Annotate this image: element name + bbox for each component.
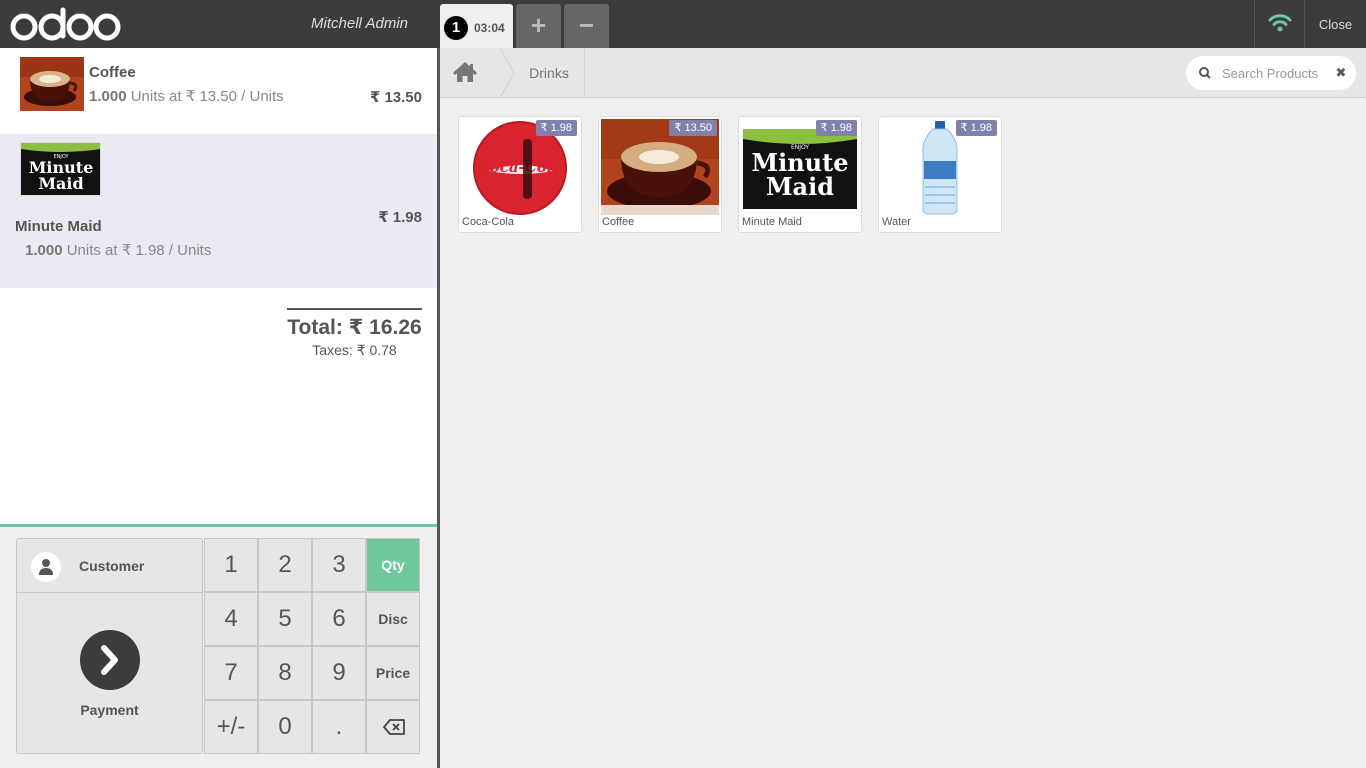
home-icon [452,62,478,82]
orderline-qty: 1.000 [89,88,127,105]
order-time: 03:04 [474,21,505,35]
numpad-key-3[interactable]: 3 [312,538,366,592]
price-tag: ₹ 1.98 [535,120,577,136]
product-name: Minute Maid [742,216,802,228]
numpad-key-2[interactable]: 2 [258,538,312,592]
orderline-unit-text: Units at ₹ 13.50 / Units [130,88,284,105]
orderline-price: ₹ 1.98 [378,209,422,226]
chevron-right-icon [80,630,140,690]
payment-button[interactable]: Payment [17,594,202,754]
odoo-logo [10,7,121,41]
mode-disc-button[interactable]: Disc [366,592,420,646]
coffee-thumbnail [20,57,84,111]
minute-maid-thumbnail: ENJOY Minute Maid [20,142,101,196]
price-tag: ₹ 1.98 [955,120,997,136]
mode-price-button[interactable]: Price [366,646,420,700]
price-tag: ₹ 13.50 [669,120,717,136]
breadcrumb-divider [584,48,585,98]
numpad-key-0[interactable]: 0 [258,700,312,754]
orderline-coffee[interactable]: Coffee 1.000 Units at ₹ 13.50 / Units ₹ … [0,48,437,134]
breadcrumb-drinks[interactable]: Drinks [514,48,584,98]
product-name: Water [882,216,911,228]
product-name: Coffee [602,216,635,228]
product-screen: Drinks ✖ Coca-Cola ₹ 1.98 Coca-Cola [440,48,1366,768]
price-tag: ₹ 1.98 [815,120,857,136]
numpad-key-5[interactable]: 5 [258,592,312,646]
coca-cola-logo-text: Coca-Cola [478,158,562,176]
numpad-key-7[interactable]: 7 [204,646,258,700]
numpad-key-6[interactable]: 6 [312,592,366,646]
connection-status[interactable] [1254,0,1304,48]
delete-order-button[interactable]: − [564,4,609,48]
home-category-button[interactable] [440,48,500,98]
payment-label: Payment [80,702,139,718]
close-button[interactable]: Close [1304,0,1366,48]
add-order-button[interactable]: + [516,4,561,48]
minute-maid-word2: Maid [766,172,834,201]
control-pads: Customer Payment 1 2 3 Qty 4 5 6 Disc 7 … [0,524,437,768]
numpad-key-9[interactable]: 9 [312,646,366,700]
product-water[interactable]: ₹ 1.98 Water [878,116,1002,233]
backspace-icon [383,719,405,735]
backspace-button[interactable] [366,700,420,754]
clear-search-icon[interactable]: ✖ [1332,56,1350,90]
product-coffee[interactable]: ₹ 13.50 Coffee [598,116,722,233]
numpad-key-dot[interactable]: . [312,700,366,754]
customer-button[interactable]: Customer [17,539,202,593]
orderline-unit-text: Units at ₹ 1.98 / Units [66,242,212,259]
orderline-product-name: Coffee [89,64,136,81]
numpad-key-8[interactable]: 8 [258,646,312,700]
product-coca-cola[interactable]: Coca-Cola ₹ 1.98 Coca-Cola [458,116,582,233]
order-tab-1[interactable]: 1 03:04 [440,4,513,48]
numpad: 1 2 3 Qty 4 5 6 Disc 7 8 9 Price +/- 0 . [204,538,422,754]
minute-maid-word2: Maid [38,174,83,193]
orderline-price: ₹ 13.50 [369,89,422,106]
orderline-info: 1.000 Units at ₹ 13.50 / Units [89,87,284,105]
product-name: Coca-Cola [462,216,514,228]
orderline-minute-maid[interactable]: ENJOY Minute Maid Minute Maid 1.000 Unit… [0,134,437,288]
search-products-input[interactable] [1222,56,1326,90]
username[interactable]: Mitchell Admin [250,0,408,48]
pos-header: Mitchell Admin 1 03:04 + − Close [0,0,1366,48]
orderline-qty: 1.000 [25,242,63,259]
orderline-info: 1.000 Units at ₹ 1.98 / Units [25,241,211,259]
order-taxes: Taxes: ₹ 0.78 [312,342,397,358]
numpad-key-4[interactable]: 4 [204,592,258,646]
order-number-badge: 1 [444,16,468,40]
order-summary: Total: ₹ 16.26 Taxes: ₹ 0.78 [287,308,422,360]
numpad-key-1[interactable]: 1 [204,538,258,592]
order-total: Total: ₹ 16.26 [287,316,422,339]
numpad-key-plus-minus[interactable]: +/- [204,700,258,754]
customer-label: Customer [79,558,145,574]
search-box: ✖ [1186,56,1356,90]
action-pad: Customer Payment [16,538,203,754]
search-icon [1199,67,1211,79]
wifi-icon [1268,14,1292,32]
mode-qty-button[interactable]: Qty [366,538,420,592]
product-minute-maid[interactable]: ENJOY Minute Maid ₹ 1.98 Minute Maid [738,116,862,233]
orderline-product-name: Minute Maid [15,218,102,235]
category-breadcrumb-bar: Drinks ✖ [440,48,1366,98]
user-icon [31,552,61,582]
